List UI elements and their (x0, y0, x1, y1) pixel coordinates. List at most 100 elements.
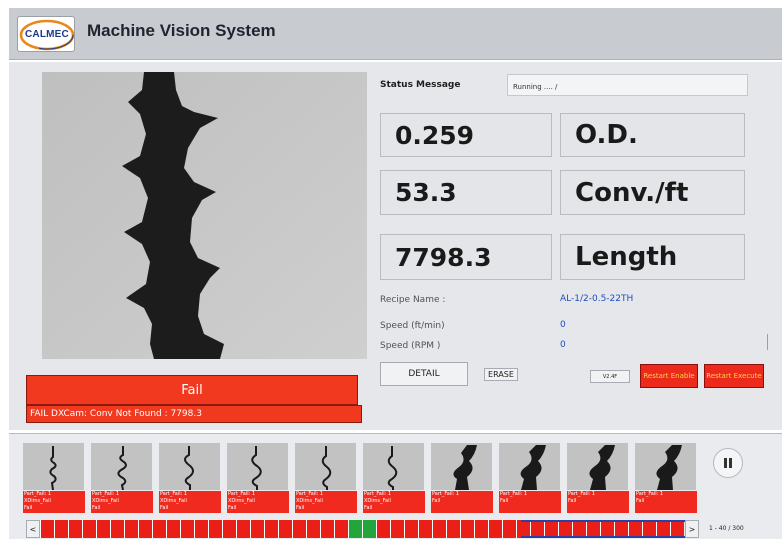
thumbnail-label-line: XDims_Fail (228, 498, 255, 504)
history-cell-pass[interactable] (362, 520, 376, 538)
history-cell-fail[interactable] (572, 520, 586, 538)
thumbnail-label-line: Part_Fail: 1 (160, 491, 188, 497)
thumbnail-9[interactable] (567, 443, 628, 490)
result-fail-banner: Fail (26, 375, 358, 405)
thumbnail-5[interactable] (295, 443, 356, 490)
thumbnail-8[interactable] (499, 443, 560, 490)
result-history-strip (40, 520, 685, 538)
conv-unit-box: Conv./ft (560, 170, 745, 215)
thumbnail-label-line: XDims_Fail (296, 498, 323, 504)
history-cell-fail[interactable] (376, 520, 390, 538)
history-cell-fail[interactable] (96, 520, 110, 538)
history-cell-fail[interactable] (558, 520, 572, 538)
thumbnail-label-line: Part_Fail: 1 (228, 491, 256, 497)
thumbnail-label-1: Part_Fail: 1 XDims_Fail Fail (23, 491, 85, 513)
history-cell-fail[interactable] (110, 520, 124, 538)
history-cell-fail[interactable] (40, 520, 54, 538)
history-cell-fail[interactable] (600, 520, 614, 538)
restart-enable-button[interactable]: Restart Enable (640, 364, 698, 388)
thumbnail-label-line: Part_Fail: 1 (92, 491, 120, 497)
history-cell-fail[interactable] (516, 520, 530, 538)
speed-ftmin-label: Speed (ft/min) (380, 321, 445, 331)
history-cell-fail[interactable] (544, 520, 558, 538)
thumbnail-6[interactable] (363, 443, 424, 490)
thumbnail-label-line: Fail (296, 505, 305, 511)
history-cell-fail[interactable] (166, 520, 180, 538)
history-cell-fail[interactable] (222, 520, 236, 538)
conv-value: 53.3 (395, 178, 457, 207)
history-cell-fail[interactable] (432, 520, 446, 538)
history-cell-fail[interactable] (390, 520, 404, 538)
history-cell-fail[interactable] (642, 520, 656, 538)
thumbnail-label-line: Fail (568, 498, 577, 504)
erase-button[interactable]: ERASE (484, 368, 518, 381)
history-cell-fail[interactable] (586, 520, 600, 538)
history-cell-fail[interactable] (250, 520, 264, 538)
history-cell-fail[interactable] (54, 520, 68, 538)
history-cell-fail[interactable] (656, 520, 670, 538)
history-cell-fail[interactable] (418, 520, 432, 538)
history-cell-fail[interactable] (306, 520, 320, 538)
history-cell-fail[interactable] (180, 520, 194, 538)
history-cell-fail[interactable] (236, 520, 250, 538)
thumbnail-label-line: Part_Fail: 1 (568, 491, 596, 497)
history-cell-fail[interactable] (264, 520, 278, 538)
history-cell-fail[interactable] (194, 520, 208, 538)
length-value-box: 7798.3 (380, 234, 552, 280)
detail-button[interactable]: DETAIL (380, 362, 468, 386)
od-unit: O.D. (575, 120, 638, 150)
history-cell-fail[interactable] (152, 520, 166, 538)
history-cell-fail[interactable] (320, 520, 334, 538)
pause-button[interactable] (713, 448, 743, 478)
restart-execute-button[interactable]: Restart Execute (704, 364, 764, 388)
status-message-field: Running .... / (507, 74, 748, 96)
speed-rpm-label: Speed (RPM ) (380, 341, 441, 351)
history-cell-fail[interactable] (670, 520, 684, 538)
recipe-name-label: Recipe Name : (380, 295, 446, 305)
thumbnail-label-line: Fail (24, 505, 33, 511)
history-cell-fail[interactable] (530, 520, 544, 538)
history-cell-fail[interactable] (502, 520, 516, 538)
speed-ftmin-value: 0 (560, 320, 566, 330)
thumbnail-7[interactable] (431, 443, 492, 490)
history-cell-fail[interactable] (124, 520, 138, 538)
thumbnail-label-4: Part_Fail: 1 XDims_Fail Fail (227, 491, 289, 513)
history-cell-fail[interactable] (334, 520, 348, 538)
thumbnail-label-line: XDims_Fail (160, 498, 187, 504)
history-cell-fail[interactable] (446, 520, 460, 538)
history-cell-fail[interactable] (488, 520, 502, 538)
status-message-label: Status Message (380, 80, 461, 90)
history-cell-fail[interactable] (474, 520, 488, 538)
history-cell-fail[interactable] (460, 520, 474, 538)
thumbnail-1[interactable] (23, 443, 84, 490)
history-cell-fail[interactable] (68, 520, 82, 538)
thumbnail-label-5: Part_Fail: 1 XDims_Fail Fail (295, 491, 357, 513)
thumbnail-label-line: Fail (500, 498, 509, 504)
history-cell-fail[interactable] (208, 520, 222, 538)
history-cell-fail[interactable] (278, 520, 292, 538)
version-badge: V2.4F (590, 370, 630, 383)
thumbnail-4[interactable] (227, 443, 288, 490)
history-cell-fail[interactable] (614, 520, 628, 538)
next-page-button[interactable]: > (685, 520, 699, 538)
conv-unit: Conv./ft (575, 177, 689, 208)
thumbnail-label-10: Part_Fail: 1 Fail (635, 491, 697, 513)
app-title: Machine Vision System (87, 21, 276, 40)
thumbnail-10[interactable] (635, 443, 696, 490)
history-cell-fail[interactable] (138, 520, 152, 538)
thumbnail-2[interactable] (91, 443, 152, 490)
recipe-name-value: AL-1/2-0.5-22TH (560, 294, 634, 304)
history-cell-fail[interactable] (82, 520, 96, 538)
prev-page-button[interactable]: < (26, 520, 40, 538)
history-cell-fail[interactable] (292, 520, 306, 538)
history-cell-fail[interactable] (404, 520, 418, 538)
od-value: 0.259 (395, 120, 475, 150)
scroll-indicator (767, 334, 768, 350)
title-bar: CALMEC Machine Vision System (9, 8, 782, 60)
history-cell-pass[interactable] (348, 520, 362, 538)
history-cell-fail[interactable] (628, 520, 642, 538)
page-indicator: 1 - 40 / 300 (709, 525, 744, 532)
thumbnail-label-line: Part_Fail: 1 (432, 491, 460, 497)
thumbnail-label-line: Part_Fail: 1 (24, 491, 52, 497)
thumbnail-3[interactable] (159, 443, 220, 490)
